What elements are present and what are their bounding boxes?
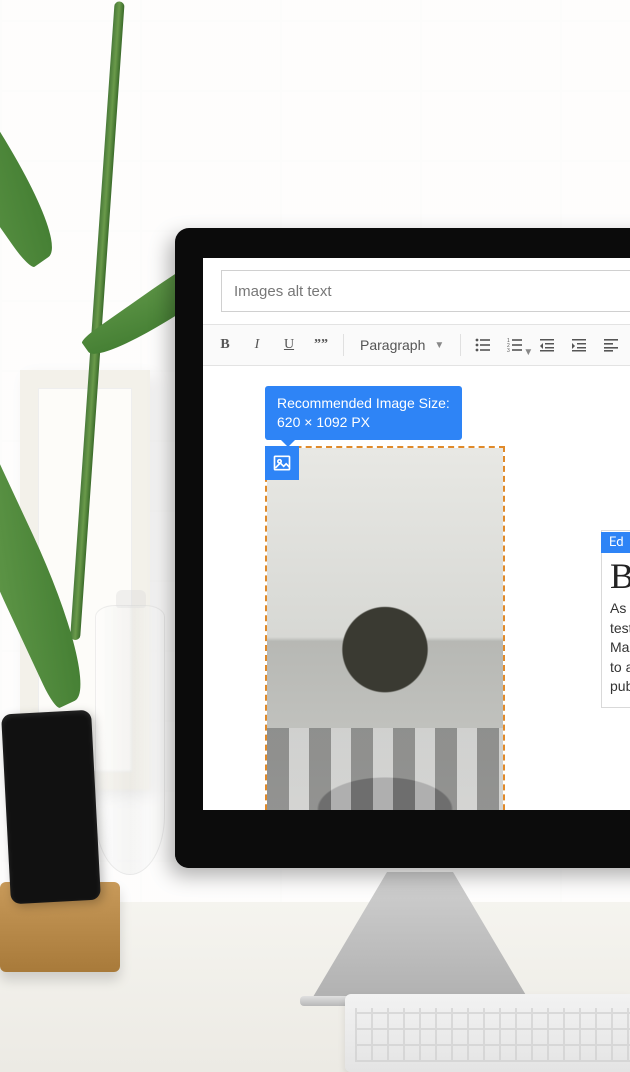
numbered-list-icon: 123 <box>507 337 523 353</box>
smartphone <box>1 710 101 904</box>
image-size-tooltip: Recommended Image Size: 620 × 1092 PX <box>265 386 462 440</box>
indent-button[interactable] <box>565 331 593 359</box>
toolbar-separator <box>343 334 344 356</box>
underline-button[interactable]: U <box>275 331 303 359</box>
tooltip-line1: Recommended Image Size: <box>277 394 450 413</box>
chevron-down-icon: ▼ <box>434 340 444 351</box>
editor-toolbar: B I U ”” Paragraph ▼ 123 ▼ <box>203 324 630 366</box>
align-left-button[interactable] <box>597 331 625 359</box>
image-icon <box>272 453 292 473</box>
preview-body: As a test Ma to a pub <box>602 597 630 707</box>
indent-icon <box>571 337 587 353</box>
alt-text-row <box>203 258 630 324</box>
preview-line: Ma <box>610 638 630 658</box>
preview-heading: B <box>602 553 630 597</box>
outdent-icon <box>539 337 555 353</box>
preview-line: As a <box>610 599 630 619</box>
monitor: B I U ”” Paragraph ▼ 123 ▼ <box>175 228 630 868</box>
preview-badge: Ed <box>601 532 630 553</box>
image-icon-badge[interactable] <box>265 446 299 480</box>
preview-line: to a <box>610 658 630 678</box>
content-preview-panel: Ed B As a test Ma to a pub <box>601 530 630 708</box>
keyboard <box>345 994 630 1072</box>
editor-canvas[interactable]: Recommended Image Size: 620 × 1092 PX Ed <box>203 366 630 410</box>
monitor-chin <box>175 810 630 868</box>
glass-vase <box>95 605 165 875</box>
alt-text-input[interactable] <box>221 270 630 312</box>
align-left-icon <box>603 337 619 353</box>
preview-line: test <box>610 619 630 639</box>
placeholder-photo <box>267 448 503 810</box>
tooltip-line2: 620 × 1092 PX <box>277 413 450 432</box>
editor-screen: B I U ”” Paragraph ▼ 123 ▼ <box>203 258 630 810</box>
svg-text:3: 3 <box>507 348 510 353</box>
chevron-down-icon: ▼ <box>523 347 533 358</box>
preview-line: pub <box>610 677 630 697</box>
italic-button[interactable]: I <box>243 331 271 359</box>
paragraph-format-label: Paragraph <box>360 337 425 353</box>
paragraph-format-select[interactable]: Paragraph ▼ <box>352 331 452 359</box>
bold-button[interactable]: B <box>211 331 239 359</box>
bullet-list-icon <box>475 337 491 353</box>
unordered-list-button[interactable] <box>469 331 497 359</box>
image-placeholder-block[interactable] <box>265 446 505 810</box>
blockquote-button[interactable]: ”” <box>307 331 335 359</box>
toolbar-separator <box>460 334 461 356</box>
ordered-list-button[interactable]: 123 ▼ <box>501 331 529 359</box>
outdent-button[interactable] <box>533 331 561 359</box>
